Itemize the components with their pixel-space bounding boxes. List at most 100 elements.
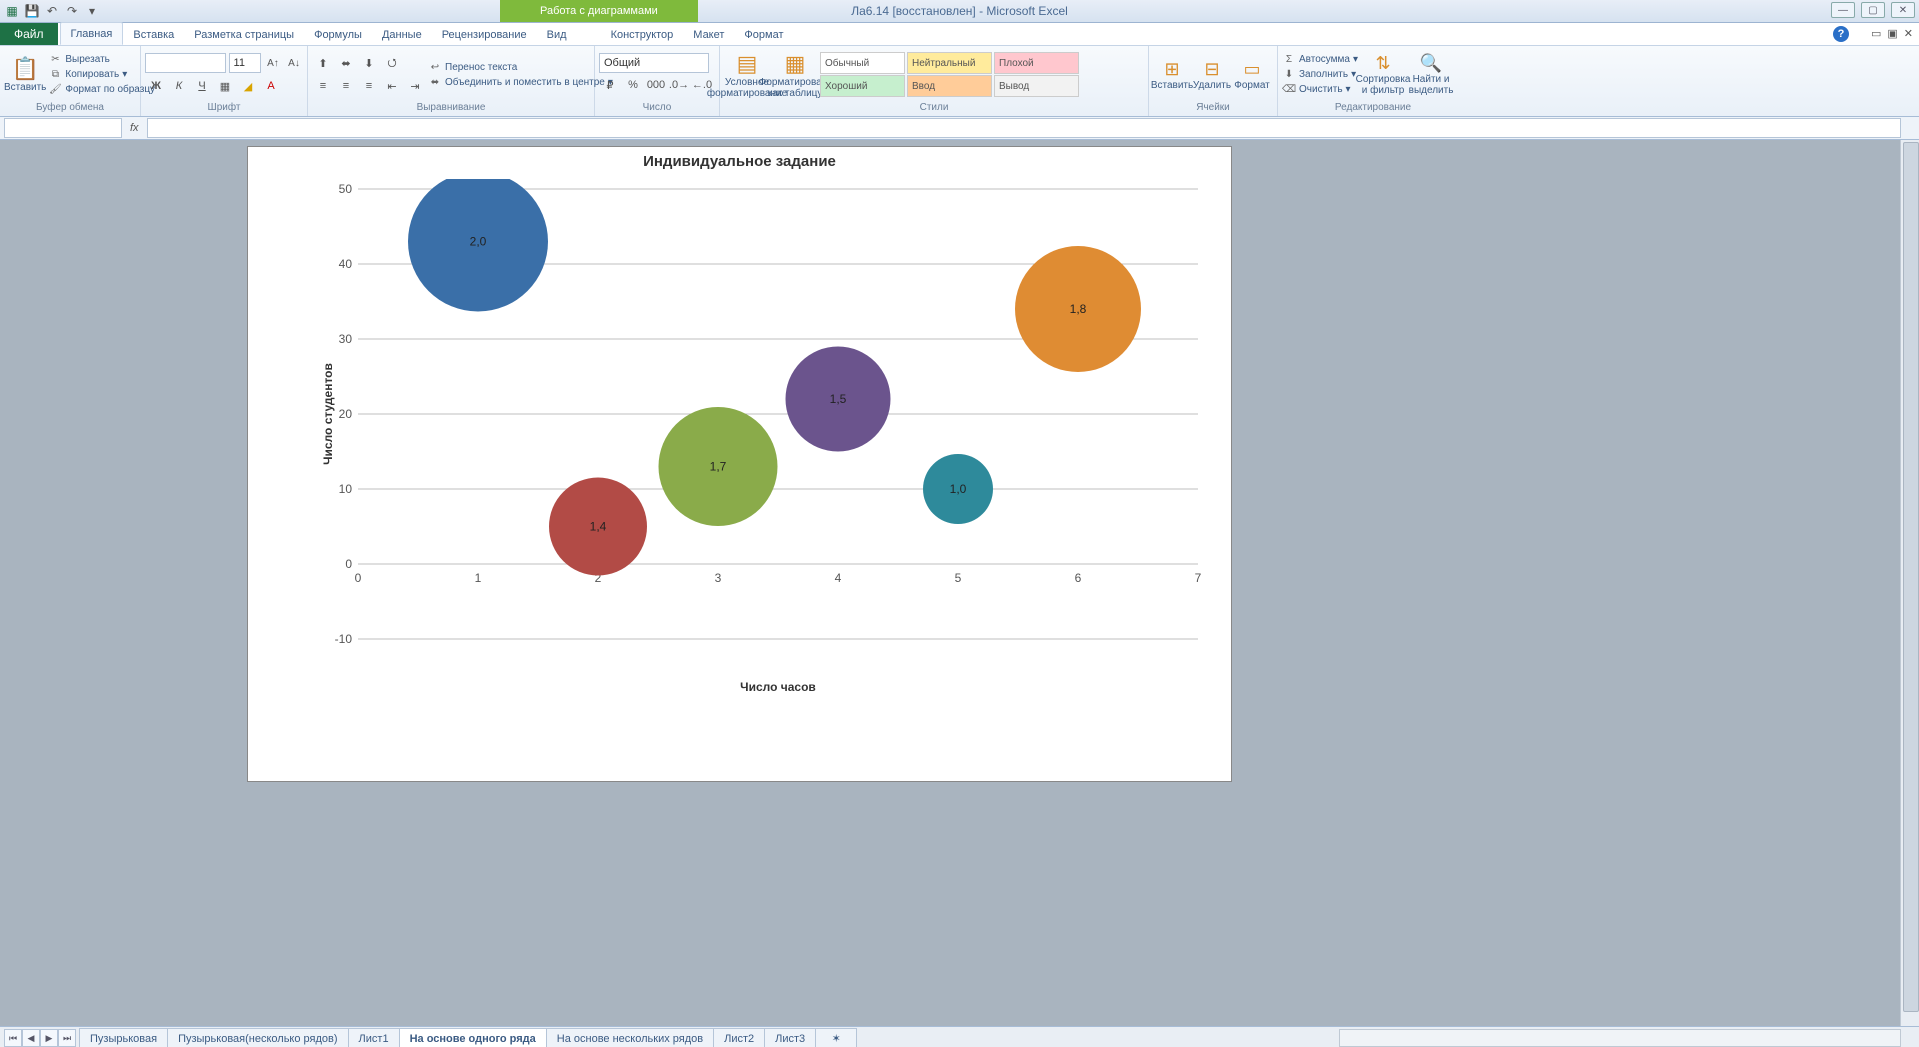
mdi-restore-icon[interactable]: ▣	[1887, 27, 1897, 40]
percent-icon[interactable]: %	[622, 74, 644, 96]
indent-dec-icon[interactable]: ⇤	[381, 75, 403, 97]
tab-insert[interactable]: Вставка	[123, 24, 184, 45]
align-bottom-icon[interactable]: ⬇	[358, 52, 380, 74]
close-button[interactable]: ✕	[1891, 2, 1915, 18]
cut-button[interactable]: ✂Вырезать	[48, 53, 155, 67]
sort-filter-button[interactable]: ⇅Сортировка и фильтр	[1360, 48, 1406, 101]
italic-button[interactable]: К	[168, 75, 190, 97]
svg-text:Число часов: Число часов	[740, 680, 816, 694]
vertical-scrollbar[interactable]	[1900, 140, 1919, 1026]
align-right-icon[interactable]: ≡	[358, 75, 380, 97]
svg-text:1,5: 1,5	[830, 392, 847, 406]
delete-cells-button[interactable]: ⊟Удалить	[1193, 48, 1231, 101]
font-color-button[interactable]: A	[260, 75, 282, 97]
formula-input[interactable]	[147, 118, 1901, 138]
font-name-combo[interactable]	[145, 53, 226, 73]
merge-center-button[interactable]: ⬌Объединить и поместить в центре ▾	[428, 75, 613, 89]
wrap-text-button[interactable]: ↩Перенос текста	[428, 60, 613, 74]
fx-icon[interactable]: fx	[130, 122, 139, 134]
delete-icon: ⊟	[1204, 59, 1219, 80]
fill-icon: ⬇	[1282, 68, 1296, 82]
sheet-tab[interactable]: Лист2	[713, 1028, 765, 1047]
align-left-icon[interactable]: ≡	[312, 75, 334, 97]
style-output[interactable]: Вывод	[994, 75, 1079, 97]
tab-review[interactable]: Рецензирование	[432, 24, 537, 45]
format-painter-button[interactable]: 🖌Формат по образцу	[48, 83, 155, 97]
copy-icon: ⧉	[48, 68, 62, 82]
tab-formulas[interactable]: Формулы	[304, 24, 372, 45]
autosum-button[interactable]: ΣАвтосумма ▾	[1282, 53, 1358, 67]
fill-button[interactable]: ⬇Заполнить ▾	[1282, 68, 1358, 82]
number-format-combo[interactable]: Общий	[599, 53, 709, 73]
sheet-tab[interactable]: Лист3	[764, 1028, 816, 1047]
qat-dropdown-icon[interactable]: ▾	[84, 3, 100, 19]
sheet-nav-first[interactable]: ⏮	[4, 1029, 22, 1047]
mdi-close-icon[interactable]: ✕	[1904, 27, 1913, 40]
orientation-icon[interactable]: ⭯	[381, 52, 403, 74]
grow-font-icon[interactable]: A↑	[264, 52, 282, 74]
format-as-table-button[interactable]: ▦Форматировать как таблицу	[772, 48, 818, 101]
tab-page-layout[interactable]: Разметка страницы	[184, 24, 304, 45]
svg-text:40: 40	[339, 257, 353, 271]
bold-button[interactable]: Ж	[145, 75, 167, 97]
minimize-button[interactable]: —	[1831, 2, 1855, 18]
sheet-tab[interactable]: На основе нескольких рядов	[546, 1028, 714, 1047]
horizontal-scrollbar[interactable]	[1339, 1029, 1901, 1047]
currency-icon[interactable]: ₽	[599, 74, 621, 96]
insert-cells-button[interactable]: ⊞Вставить	[1153, 48, 1191, 101]
save-icon[interactable]: 💾	[24, 3, 40, 19]
align-middle-icon[interactable]: ⬌	[335, 52, 357, 74]
tab-chart-design[interactable]: Конструктор	[601, 24, 684, 45]
inc-decimal-icon[interactable]: .0→	[668, 74, 690, 96]
underline-button[interactable]: Ч	[191, 75, 213, 97]
style-normal[interactable]: Обычный	[820, 52, 905, 74]
chart-object[interactable]: Индивидуальное задание -1001020304050012…	[247, 146, 1232, 782]
sheet-tab[interactable]: Лист1	[348, 1028, 400, 1047]
copy-button[interactable]: ⧉Копировать ▾	[48, 68, 155, 82]
format-cells-button[interactable]: ▭Формат	[1233, 48, 1271, 101]
svg-text:-10: -10	[335, 632, 353, 646]
tab-chart-format[interactable]: Формат	[734, 24, 793, 45]
ribbon-minimize-icon[interactable]: ▭	[1871, 27, 1881, 40]
help-icon[interactable]: ?	[1833, 26, 1849, 42]
paste-button[interactable]: 📋 Вставить	[4, 48, 46, 101]
sum-icon: Σ	[1282, 53, 1296, 67]
chart-title: Индивидуальное задание	[248, 147, 1231, 170]
svg-text:20: 20	[339, 407, 353, 421]
comma-icon[interactable]: 000	[645, 74, 667, 96]
fill-color-button[interactable]: ◢	[237, 75, 259, 97]
tab-home[interactable]: Главная	[60, 22, 124, 45]
group-font: 11 A↑ A↓ Ж К Ч ▦ ◢ A Шрифт	[141, 46, 308, 116]
sheet-tab[interactable]: Пузырьковая(несколько рядов)	[167, 1028, 348, 1047]
new-sheet-button[interactable]: ✶	[815, 1028, 857, 1047]
style-input[interactable]: Ввод	[907, 75, 992, 97]
sheet-tab[interactable]: На основе одного ряда	[399, 1028, 547, 1047]
find-select-button[interactable]: 🔍Найти и выделить	[1408, 48, 1454, 101]
file-tab[interactable]: Файл	[0, 23, 58, 45]
redo-icon[interactable]: ↷	[64, 3, 80, 19]
maximize-button[interactable]: ▢	[1861, 2, 1885, 18]
clear-button[interactable]: ⌫Очистить ▾	[1282, 83, 1358, 97]
indent-inc-icon[interactable]: ⇥	[404, 75, 426, 97]
align-top-icon[interactable]: ⬆	[312, 52, 334, 74]
find-icon: 🔍	[1420, 53, 1442, 74]
style-bad[interactable]: Плохой	[994, 52, 1079, 74]
shrink-font-icon[interactable]: A↓	[285, 52, 303, 74]
wrap-icon: ↩	[428, 60, 442, 74]
sheet-nav-next[interactable]: ▶	[40, 1029, 58, 1047]
tab-data[interactable]: Данные	[372, 24, 432, 45]
tab-chart-layout[interactable]: Макет	[683, 24, 734, 45]
sheet-nav-last[interactable]: ⏭	[58, 1029, 76, 1047]
style-neutral[interactable]: Нейтральный	[907, 52, 992, 74]
name-box[interactable]	[4, 118, 122, 138]
tab-view[interactable]: Вид	[537, 24, 577, 45]
svg-text:7: 7	[1195, 571, 1202, 585]
sheet-nav-prev[interactable]: ◀	[22, 1029, 40, 1047]
sheet-tab[interactable]: Пузырьковая	[79, 1028, 168, 1047]
undo-icon[interactable]: ↶	[44, 3, 60, 19]
style-good[interactable]: Хороший	[820, 75, 905, 97]
svg-text:1,0: 1,0	[950, 482, 967, 496]
align-center-icon[interactable]: ≡	[335, 75, 357, 97]
font-size-combo[interactable]: 11	[229, 53, 261, 73]
border-button[interactable]: ▦	[214, 75, 236, 97]
